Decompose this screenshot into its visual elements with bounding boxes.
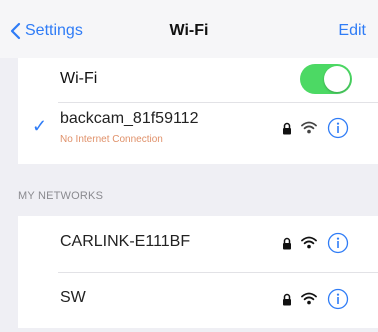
wifi-toggle-label: Wi-Fi xyxy=(60,70,98,87)
network-name: SW xyxy=(60,289,86,306)
wifi-signal-icon xyxy=(301,121,317,134)
connection-status: No Internet Connection xyxy=(60,134,163,145)
info-icon[interactable] xyxy=(327,117,349,139)
info-icon[interactable] xyxy=(327,288,349,310)
info-icon[interactable] xyxy=(327,232,349,254)
wifi-signal-icon xyxy=(301,236,317,249)
lock-icon xyxy=(283,293,291,306)
checkmark-icon: ✓ xyxy=(32,116,48,136)
connected-network-name: backcam_81f59112 xyxy=(60,110,199,127)
lock-icon xyxy=(283,122,291,135)
navigation-bar: Settings Wi-Fi Edit xyxy=(0,0,378,58)
edit-button[interactable]: Edit xyxy=(338,22,366,40)
wifi-toggle[interactable] xyxy=(300,64,352,94)
connected-network-row[interactable]: ✓ backcam_81f59112 No Internet Connectio… xyxy=(18,102,378,164)
wifi-signal-icon xyxy=(301,292,317,305)
my-networks-group: CARLINK-E111BF SW xyxy=(18,216,378,328)
network-name: CARLINK-E111BF xyxy=(60,233,191,250)
section-header-my-networks: MY NETWORKS xyxy=(18,190,104,202)
toggle-knob xyxy=(324,66,350,92)
network-row[interactable]: SW xyxy=(18,272,378,328)
network-row[interactable]: CARLINK-E111BF xyxy=(18,216,378,272)
lock-icon xyxy=(283,237,291,250)
wifi-group: Wi-Fi ✓ backcam_81f59112 No Internet Con… xyxy=(18,58,378,164)
page-title: Wi-Fi xyxy=(169,22,209,39)
